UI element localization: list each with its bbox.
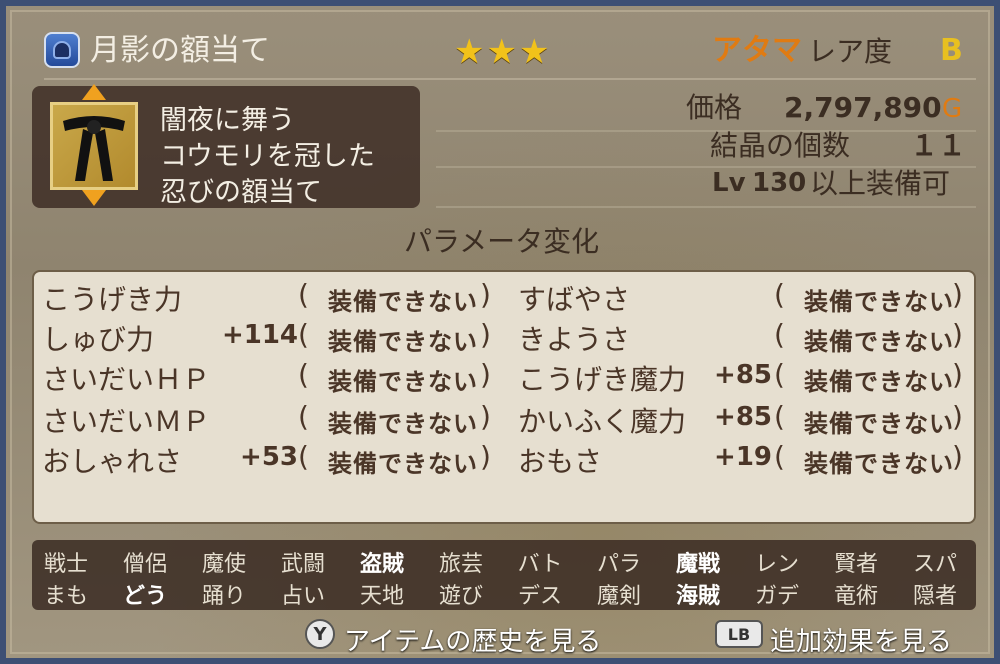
paren-close: ) (480, 318, 491, 351)
paren-open: ( (298, 440, 309, 473)
cannot-equip-right-4: 装備できない (804, 450, 954, 478)
price-divider (436, 130, 976, 132)
job-row2-11: 隠者 (912, 584, 957, 609)
job-row1-0: 戦士 (43, 552, 88, 577)
param-left-3-name: さいだいＭＰ (42, 405, 211, 438)
job-row1-5: 旅芸 (438, 552, 483, 577)
helmet-icon (44, 32, 80, 68)
param-right-1-name: きようさ (518, 323, 631, 356)
paren-open: ( (774, 400, 785, 433)
paren-open: ( (774, 440, 785, 473)
job-row2-7: 魔剣 (596, 584, 641, 609)
paren-close: ) (952, 440, 963, 473)
history-button-label[interactable]: アイテムの歴史を見る (344, 621, 601, 658)
star-rating: ★★★ (454, 32, 552, 72)
rarity-value: B (940, 33, 963, 68)
param-right-2-value: +85 (714, 360, 772, 390)
extra-effects-button-label[interactable]: 追加効果を見る (770, 621, 952, 658)
cannot-equip-left-1: 装備できない (328, 328, 478, 356)
param-left-1-name: しゅび力 (42, 323, 155, 356)
rarity-label: レア度 (808, 35, 893, 68)
cannot-equip-left-4: 装備できない (328, 450, 478, 478)
job-row2-10: 竜術 (833, 584, 878, 609)
item-detail-window: 月影の額当て ★★★ アタマ レア度 B 闇夜に舞う コウモリを冠した 忍びの額… (0, 0, 1000, 664)
header-divider (44, 78, 976, 80)
job-row2-6: デス (517, 584, 562, 609)
cannot-equip-right-3: 装備できない (804, 410, 954, 438)
param-right-4-value: +19 (714, 442, 772, 472)
paren-open: ( (298, 278, 309, 311)
paren-open: ( (774, 278, 785, 311)
paren-close: ) (480, 278, 491, 311)
y-button-icon[interactable]: Y (305, 619, 335, 649)
paren-close: ) (952, 358, 963, 391)
job-row1-6: バト (517, 552, 563, 577)
cannot-equip-left-2: 装備できない (328, 368, 478, 396)
paren-open: ( (774, 358, 785, 391)
paren-open: ( (298, 318, 309, 351)
paren-open: ( (774, 318, 785, 351)
item-image (50, 102, 138, 190)
lb-button-icon[interactable]: LB (715, 620, 763, 648)
price-unit: G (942, 94, 963, 124)
arrow-down-icon[interactable] (82, 190, 106, 206)
job-row2-9: ガデ (754, 584, 799, 609)
param-right-4-name: おもさ (518, 445, 603, 478)
param-left-4-name: おしゃれさ (42, 445, 183, 478)
cannot-equip-left-0: 装備できない (328, 288, 478, 316)
price-value: 2,797,890 (784, 91, 942, 124)
description-line-3: 忍びの額当て (160, 177, 322, 208)
equip-slot: アタマ (712, 33, 802, 68)
paren-close: ) (480, 358, 491, 391)
param-right-3-value: +85 (714, 402, 772, 432)
price-label: 価格 (686, 91, 743, 124)
arrow-up-icon[interactable] (82, 84, 106, 100)
item-name: 月影の額当て (90, 33, 270, 68)
param-left-0-name: こうげき力 (42, 283, 183, 316)
level-prefix: Lv (712, 168, 746, 198)
job-row2-1: どう (122, 584, 167, 609)
job-row1-7: パラ (596, 552, 641, 577)
cannot-equip-right-1: 装備できない (804, 328, 954, 356)
param-right-3-name: かいふく魔力 (518, 405, 687, 438)
job-row1-11: スパ (912, 552, 957, 577)
params-title: パラメータ変化 (404, 225, 600, 258)
paren-close: ) (952, 278, 963, 311)
crystal-label: 結晶の個数 (710, 129, 851, 162)
job-row1-3: 武闘 (280, 552, 325, 577)
job-row1-4: 盗賊 (359, 552, 404, 577)
job-row2-8: 海賊 (675, 584, 720, 609)
param-left-1-value: +114 (221, 320, 298, 350)
crystal-count: １１ (910, 129, 967, 162)
description-line-2: コウモリを冠した (160, 141, 375, 172)
job-row1-8: 魔戦 (675, 552, 720, 577)
job-row1-9: レン (754, 552, 799, 577)
param-left-2-name: さいだいＨＰ (42, 363, 211, 396)
paren-close: ) (480, 440, 491, 473)
cannot-equip-right-2: 装備できない (804, 368, 954, 396)
job-row2-0: まも (43, 584, 88, 609)
headband-icon (63, 116, 125, 181)
paren-close: ) (952, 400, 963, 433)
paren-open: ( (298, 400, 309, 433)
param-right-0-name: すばやさ (518, 283, 631, 316)
cannot-equip-right-0: 装備できない (804, 288, 954, 316)
job-row1-1: 僧侶 (122, 552, 167, 577)
job-row2-2: 踊り (201, 584, 246, 609)
paren-close: ) (952, 318, 963, 351)
level-value: 130 (752, 168, 807, 198)
job-row2-5: 遊び (438, 584, 483, 609)
job-row2-3: 占い (280, 584, 325, 609)
paren-open: ( (298, 358, 309, 391)
param-right-2-name: こうげき魔力 (518, 363, 687, 396)
param-left-4-value: +53 (240, 442, 298, 472)
job-row1-10: 賢者 (833, 552, 878, 577)
paren-close: ) (480, 400, 491, 433)
level-divider (436, 206, 976, 208)
cannot-equip-left-3: 装備できない (328, 410, 478, 438)
job-row2-4: 天地 (359, 584, 404, 609)
job-row1-2: 魔使 (201, 552, 246, 577)
level-suffix: 以上装備可 (810, 167, 951, 200)
description-line-1: 闇夜に舞う (160, 105, 295, 136)
